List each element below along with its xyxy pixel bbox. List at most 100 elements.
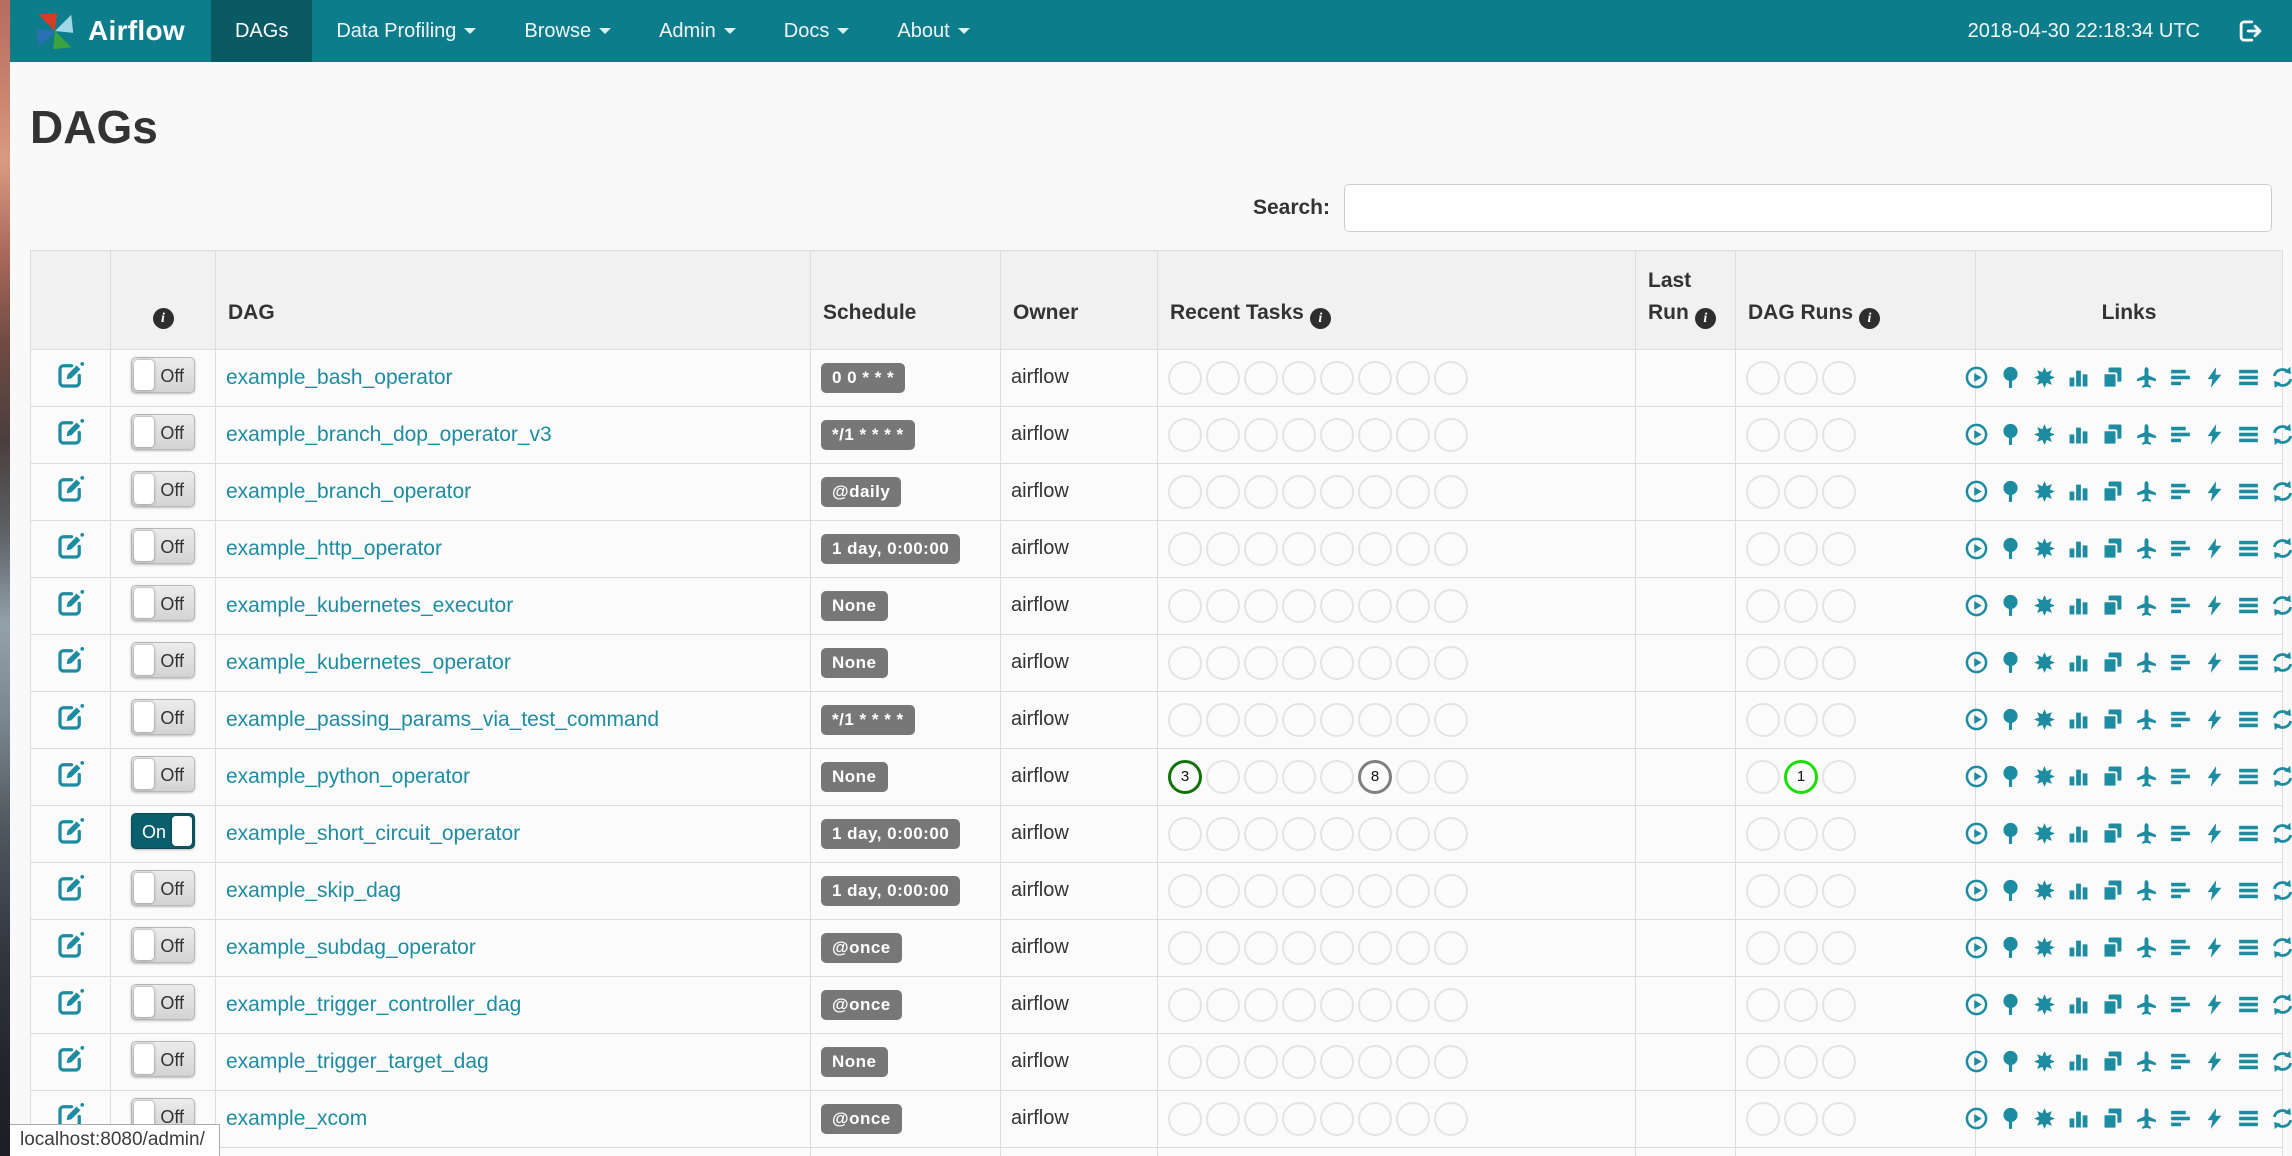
nav-item-admin[interactable]: Admin [635, 0, 760, 62]
task-duration-link[interactable] [2066, 821, 2091, 846]
state-circle-empty[interactable] [1282, 759, 1316, 794]
tree-view-link[interactable] [1998, 1049, 2023, 1074]
state-circle-empty[interactable] [1784, 417, 1818, 452]
trigger-dag-link[interactable] [1964, 821, 1989, 846]
graph-view-link[interactable] [2032, 365, 2057, 390]
state-circle-empty[interactable] [1434, 645, 1468, 680]
state-circle-empty[interactable] [1434, 531, 1468, 566]
state-circle-empty[interactable] [1282, 1101, 1316, 1136]
state-circle-empty[interactable] [1434, 474, 1468, 509]
nav-item-data-profiling[interactable]: Data Profiling [312, 0, 500, 62]
tree-view-link[interactable] [1998, 650, 2023, 675]
state-circle-empty[interactable] [1244, 360, 1278, 395]
tree-view-link[interactable] [1998, 821, 2023, 846]
dag-link[interactable]: example_kubernetes_executor [226, 594, 513, 617]
task-tries-link[interactable] [2100, 650, 2125, 675]
state-circle-empty[interactable] [1244, 1101, 1278, 1136]
state-circle-empty[interactable] [1320, 816, 1354, 851]
task-tries-link[interactable] [2100, 992, 2125, 1017]
tree-view-link[interactable] [1998, 479, 2023, 504]
state-circle-empty[interactable] [1784, 930, 1818, 965]
code-view-link[interactable] [2202, 707, 2227, 732]
code-view-link[interactable] [2202, 764, 2227, 789]
state-circle-empty[interactable] [1358, 1101, 1392, 1136]
trigger-dag-link[interactable] [1964, 764, 1989, 789]
refresh-link[interactable] [2270, 1106, 2292, 1131]
state-circle-empty[interactable] [1746, 1101, 1780, 1136]
code-view-link[interactable] [2202, 935, 2227, 960]
dag-pause-toggle[interactable]: Off [131, 527, 195, 564]
dag-pause-toggle[interactable]: Off [131, 869, 195, 906]
state-circle-empty[interactable] [1168, 987, 1202, 1022]
refresh-link[interactable] [2270, 365, 2292, 390]
state-circle-empty[interactable] [1396, 417, 1430, 452]
schedule-badge[interactable]: None [821, 647, 888, 678]
gantt-view-link[interactable] [2168, 593, 2193, 618]
state-circle-empty[interactable] [1168, 645, 1202, 680]
landing-times-link[interactable] [2134, 878, 2159, 903]
state-circle-empty[interactable] [1746, 588, 1780, 623]
state-circle-empty[interactable] [1358, 987, 1392, 1022]
state-circle-empty[interactable] [1282, 645, 1316, 680]
landing-times-link[interactable] [2134, 422, 2159, 447]
state-circle-empty[interactable] [1434, 1044, 1468, 1079]
logs-link[interactable] [2236, 992, 2261, 1017]
graph-view-link[interactable] [2032, 422, 2057, 447]
state-circle-empty[interactable] [1822, 930, 1856, 965]
state-circle-empty[interactable] [1168, 702, 1202, 737]
state-circle-empty[interactable] [1206, 1044, 1240, 1079]
landing-times-link[interactable] [2134, 764, 2159, 789]
tree-view-link[interactable] [1998, 764, 2023, 789]
logs-link[interactable] [2236, 821, 2261, 846]
task-duration-link[interactable] [2066, 422, 2091, 447]
state-circle-empty[interactable] [1320, 873, 1354, 908]
column-header-schedule[interactable]: Schedule [810, 250, 1001, 350]
dag-pause-toggle[interactable]: Off [131, 470, 195, 507]
refresh-link[interactable] [2270, 764, 2292, 789]
state-circle-empty[interactable] [1244, 702, 1278, 737]
state-circle-empty[interactable] [1434, 930, 1468, 965]
dag-link[interactable]: example_branch_operator [226, 480, 471, 503]
state-circle-empty[interactable] [1822, 1101, 1856, 1136]
schedule-badge[interactable]: @once [821, 1103, 902, 1134]
edit-dag-button[interactable] [56, 487, 86, 509]
landing-times-link[interactable] [2134, 821, 2159, 846]
logs-link[interactable] [2236, 365, 2261, 390]
task-duration-link[interactable] [2066, 764, 2091, 789]
task-duration-link[interactable] [2066, 1106, 2091, 1131]
task-duration-link[interactable] [2066, 935, 2091, 960]
state-circle-empty[interactable] [1358, 645, 1392, 680]
refresh-link[interactable] [2270, 650, 2292, 675]
column-header-col1[interactable]: i [110, 250, 216, 350]
logs-link[interactable] [2236, 479, 2261, 504]
state-circle-empty[interactable] [1822, 417, 1856, 452]
state-circle-empty[interactable] [1358, 1044, 1392, 1079]
state-circle-empty[interactable] [1822, 702, 1856, 737]
state-circle-empty[interactable] [1434, 417, 1468, 452]
gantt-view-link[interactable] [2168, 878, 2193, 903]
schedule-badge[interactable]: @once [821, 989, 902, 1020]
state-circle-empty[interactable] [1244, 474, 1278, 509]
state-circle-empty[interactable] [1746, 417, 1780, 452]
state-circle-empty[interactable] [1244, 930, 1278, 965]
gantt-view-link[interactable] [2168, 365, 2193, 390]
trigger-dag-link[interactable] [1964, 365, 1989, 390]
column-header-col0[interactable] [30, 250, 111, 350]
code-view-link[interactable] [2202, 593, 2227, 618]
state-circle-empty[interactable] [1396, 588, 1430, 623]
state-circle-empty[interactable] [1784, 645, 1818, 680]
state-circle-empty[interactable] [1244, 816, 1278, 851]
column-header-links[interactable]: Links [1975, 250, 2283, 350]
dag-pause-toggle[interactable]: Off [131, 356, 195, 393]
state-circle-empty[interactable] [1358, 531, 1392, 566]
graph-view-link[interactable] [2032, 821, 2057, 846]
dag-pause-toggle[interactable]: Off [131, 413, 195, 450]
code-view-link[interactable] [2202, 422, 2227, 447]
state-circle-empty[interactable] [1434, 702, 1468, 737]
dag-link[interactable]: example_branch_dop_operator_v3 [226, 423, 552, 446]
graph-view-link[interactable] [2032, 1106, 2057, 1131]
state-circle-empty[interactable] [1396, 474, 1430, 509]
edit-dag-button[interactable] [56, 430, 86, 452]
state-circle-empty[interactable] [1282, 816, 1316, 851]
state-circle-empty[interactable] [1168, 873, 1202, 908]
